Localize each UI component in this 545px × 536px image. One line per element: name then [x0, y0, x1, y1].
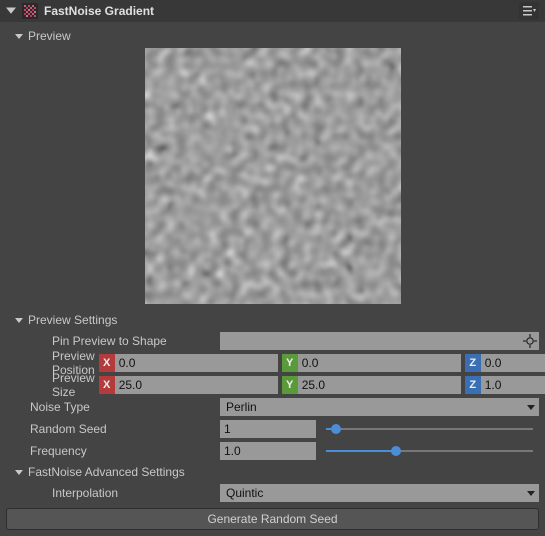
panel-header: FastNoise Gradient — [0, 0, 545, 22]
interpolation-dropdown[interactable]: Quintic — [220, 484, 539, 502]
axis-x-label: X — [99, 376, 115, 394]
axis-x-label: X — [99, 354, 115, 372]
advanced-section-header[interactable]: FastNoise Advanced Settings — [6, 462, 539, 482]
preview-position-z-input[interactable] — [481, 354, 545, 372]
preview-position-x-input[interactable] — [115, 354, 278, 372]
preview-section-header[interactable]: Preview — [6, 26, 539, 46]
advanced-section-label: FastNoise Advanced Settings — [28, 465, 185, 479]
preview-size-y-input[interactable] — [298, 376, 461, 394]
preview-size-x-input[interactable] — [115, 376, 278, 394]
random-seed-label: Random Seed — [14, 422, 216, 436]
noise-preview-canvas — [145, 48, 401, 304]
axis-z-label: Z — [465, 354, 481, 372]
preview-size-vector: X Y Z — [99, 376, 545, 394]
collapse-panel-caret[interactable] — [6, 4, 16, 18]
panel-menu-button[interactable] — [519, 2, 539, 20]
preview-position-y-input[interactable] — [298, 354, 461, 372]
preview-settings-section-label: Preview Settings — [28, 313, 117, 327]
chevron-down-icon — [14, 468, 24, 476]
noise-type-value: Perlin — [226, 400, 257, 414]
chevron-down-icon — [527, 400, 535, 414]
pin-preview-label: Pin Preview to Shape — [14, 334, 216, 348]
pin-preview-field[interactable] — [220, 332, 539, 350]
panel-title: FastNoise Gradient — [44, 4, 513, 18]
preview-position-vector: X Y Z — [99, 354, 545, 372]
generate-random-seed-button[interactable]: Generate Random Seed — [6, 508, 539, 530]
chevron-down-icon — [14, 316, 24, 324]
preview-size-z-input[interactable] — [481, 376, 545, 394]
axis-z-label: Z — [465, 376, 481, 394]
axis-y-label: Y — [282, 376, 298, 394]
interpolation-value: Quintic — [226, 486, 263, 500]
generate-button-label: Generate Random Seed — [207, 512, 337, 526]
preview-section-label: Preview — [28, 29, 71, 43]
preview-area — [6, 46, 539, 310]
random-seed-slider[interactable] — [320, 420, 539, 438]
preview-size-label: Preview Size — [14, 371, 95, 399]
axis-y-label: Y — [282, 354, 298, 372]
chevron-down-icon — [527, 486, 535, 500]
noise-type-dropdown[interactable]: Perlin — [220, 398, 539, 416]
chevron-down-icon — [14, 32, 24, 40]
preview-settings-section-header[interactable]: Preview Settings — [6, 310, 539, 330]
random-seed-input[interactable] — [220, 420, 316, 438]
interpolation-label: Interpolation — [14, 486, 216, 500]
noise-type-label: Noise Type — [14, 400, 216, 414]
picker-icon[interactable] — [523, 334, 537, 348]
frequency-label: Frequency — [14, 444, 216, 458]
frequency-input[interactable] — [220, 442, 316, 460]
component-icon — [22, 3, 38, 19]
frequency-slider[interactable] — [320, 442, 539, 460]
